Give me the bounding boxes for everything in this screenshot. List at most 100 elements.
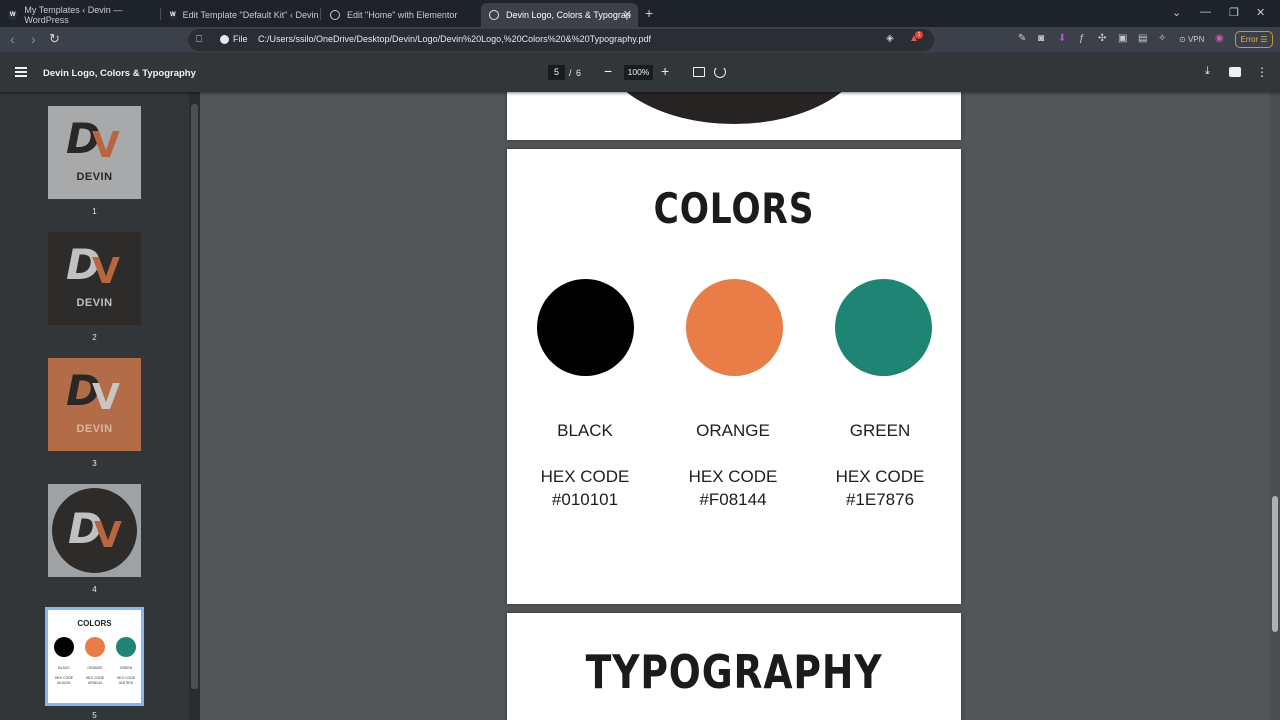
puzzle-icon[interactable]: ✣ [1098,33,1106,44]
address-bar: ‹ › ↻ ⎕ File C:/Users/ssilo/OneDrive/Des… [0,27,1280,53]
zoom-input[interactable]: 100% [624,65,653,80]
hex-value: #010101 [551,490,619,509]
swatch-name: BLACK [557,421,613,440]
tab-my-templates[interactable]: W My Templates ‹ Devin — WordPress [0,3,160,27]
logo-v-mark: V [94,515,122,556]
swatch-orange [686,279,783,376]
tab-pdf-active[interactable]: Devin Logo, Colors & Typograp ✕ [481,3,638,27]
document-title: Devin Logo, Colors & Typography [43,68,196,79]
tab-search-chevron-icon[interactable]: ⌄ [1172,6,1181,19]
wallet-icon[interactable]: ▤ [1138,33,1147,44]
info-icon[interactable] [220,35,229,44]
wordpress-icon: W [170,10,176,20]
zoom-out-icon[interactable]: − [604,63,612,79]
page-total: 6 [576,68,582,78]
url-text: C:/Users/ssilo/OneDrive/Desktop/Devin/Lo… [258,34,652,44]
swatch-name: GREEN [849,421,911,440]
page-thumbnail-5-selected[interactable]: COLORS BLACK ORANGE GREEN HEX CODE #01010… [45,607,144,706]
ai-icon[interactable]: ✧ [1158,33,1166,44]
thumbnail-swatch-label: BLACK [58,666,70,670]
sidebar-toggle-icon[interactable]: ▣ [1118,33,1127,44]
swatch-hex: HEX CODE #010101 [510,465,660,511]
hamburger-menu-icon[interactable] [15,67,27,77]
error-button[interactable]: Error ☰ [1235,31,1273,48]
minimize-icon[interactable]: — [1200,6,1211,18]
notification-badge: 1 [915,31,923,39]
pdf-viewer[interactable]: COLORS BLACK ORANGE GREEN HEX CODE #01010… [200,92,1280,720]
maximize-icon[interactable]: ❐ [1229,6,1239,19]
pdf-page-4 [507,92,961,140]
pdf-toolbar: Devin Logo, Colors & Typography 5 / 6 − … [0,53,1280,92]
more-actions-icon[interactable]: ⋮ [1256,65,1268,79]
thumbnail-swatch-orange [85,637,105,657]
tab-edit-template[interactable]: W Edit Template "Default Kit" ‹ Devin ‹ [162,3,320,27]
vpn-label: VPN [1187,35,1205,44]
thumbnail-number: 2 [92,333,97,342]
close-tab-icon[interactable]: ✕ [623,8,632,21]
thumbnail-swatch-black [54,637,74,657]
hex-label: HEX CODE [540,467,630,486]
menu-lines-icon: ☰ [1260,35,1268,44]
page-heading: TYPOGRAPHY [585,645,883,699]
vpn-button[interactable]: ⊙ VPN [1179,35,1204,44]
new-tab-icon[interactable]: + [645,5,653,21]
tab-label: My Templates ‹ Devin — WordPress [24,5,123,25]
fit-page-icon[interactable] [693,67,705,77]
logo-wordmark: DEVIN [76,171,113,183]
tab-label: Edit Template "Default Kit" ‹ Devin ‹ [182,10,320,20]
tab-edit-home[interactable]: Edit "Home" with Elementor [322,3,478,27]
thumbnail-hex: HEX CODE #F08144 [85,676,105,685]
profile-icon[interactable]: ◉ [1215,33,1224,44]
download-ext-icon[interactable]: ⬇ [1058,33,1066,44]
thumbnail-sidebar: D V DEVIN 1 D V DEVIN 2 D V DEVIN 3 D V … [0,92,200,720]
logo-v-mark: V [92,377,120,418]
close-window-icon[interactable]: ✕ [1256,6,1265,19]
globe-icon [330,10,340,20]
pdf-page-6: TYPOGRAPHY [507,613,961,720]
bookmark-icon[interactable]: ⎕ [196,34,202,45]
url-scheme-label: File [233,34,248,44]
sidebar-scroll-thumb[interactable] [191,104,198,689]
tab-label: Devin Logo, Colors & Typograp [506,10,631,20]
camera-icon[interactable]: ◙ [1038,33,1044,44]
tab-label: Edit "Home" with Elementor [347,10,458,20]
wordpress-icon: W [8,10,18,20]
swatch-hex: HEX CODE #F08144 [658,465,808,511]
page-thumbnail-4[interactable]: D V [48,484,141,577]
hex-label: HEX CODE [835,467,925,486]
pen-icon[interactable]: ✎ [1018,33,1026,44]
swatch-green [835,279,932,376]
page-thumbnail-1[interactable]: D V DEVIN [48,106,141,199]
logo-v-mark: V [92,125,120,166]
tab-bar: W My Templates ‹ Devin — WordPress W Edi… [0,0,1280,27]
logo-v-mark: V [92,251,120,292]
pdf-page-5: COLORS BLACK ORANGE GREEN HEX CODE #01010… [507,149,961,604]
swatch-black [537,279,634,376]
tab-divider [160,8,161,20]
print-icon[interactable] [1229,67,1241,77]
page-number-input[interactable]: 5 [548,65,565,80]
tab-divider [320,8,321,20]
reload-icon[interactable]: ↻ [49,31,60,47]
viewer-scroll-thumb[interactable] [1272,496,1278,632]
page-heading: COLORS [653,184,815,233]
rotate-icon[interactable] [714,66,726,78]
logo-wordmark: DEVIN [76,297,113,309]
url-field[interactable]: ⎕ File C:/Users/ssilo/OneDrive/Desktop/D… [188,29,934,51]
thumbnail-number: 1 [92,207,97,216]
thumbnail-number: 4 [92,585,97,594]
page-thumbnail-3[interactable]: D V DEVIN [48,358,141,451]
back-icon[interactable]: ‹ [10,31,15,47]
font-icon[interactable]: ƒ [1079,33,1085,44]
globe-icon [489,10,499,20]
shield-icon[interactable]: ◈ [886,33,894,44]
thumbnail-number: 5 [92,711,97,720]
hex-value: #1E7876 [845,490,915,509]
thumbnail-hex: HEX CODE #010101 [54,676,74,685]
swatch-name: ORANGE [696,421,770,440]
download-icon[interactable]: ⤓ [1205,65,1210,78]
hex-label: HEX CODE [688,467,778,486]
forward-icon[interactable]: › [31,31,36,47]
page-thumbnail-2[interactable]: D V DEVIN [48,232,141,325]
zoom-in-icon[interactable]: + [661,63,669,79]
